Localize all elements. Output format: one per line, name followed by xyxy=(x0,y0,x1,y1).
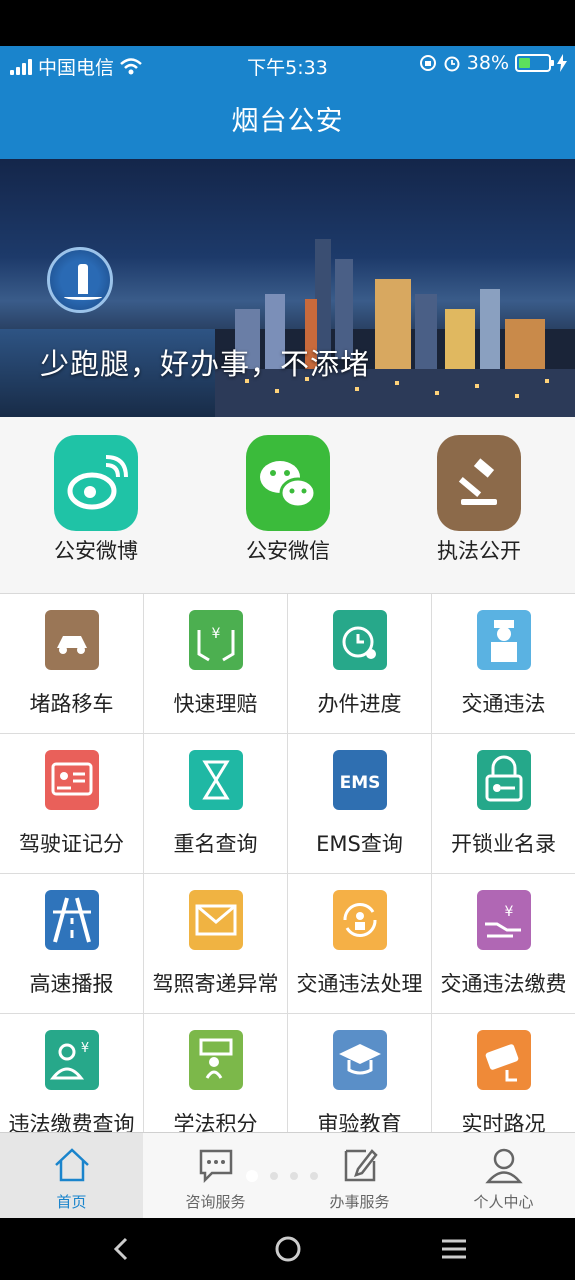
money-hands-icon: ¥ xyxy=(188,610,243,670)
quick-link-label: 执法公开 xyxy=(437,539,521,563)
user-icon xyxy=(484,1145,524,1185)
id-card-icon xyxy=(44,750,99,810)
service-item[interactable]: 办件进度 xyxy=(288,594,432,734)
carousel-page-indicator xyxy=(246,1170,318,1182)
svg-text:¥: ¥ xyxy=(504,904,513,920)
study-person-icon xyxy=(188,1030,243,1090)
service-item[interactable]: EMS EMS查询 xyxy=(288,734,432,874)
chat-icon xyxy=(196,1145,236,1185)
alarm-icon xyxy=(444,56,460,72)
service-label: 堵路移车 xyxy=(29,692,114,716)
page-dot xyxy=(310,1172,318,1180)
edit-icon xyxy=(340,1145,380,1185)
page-dot xyxy=(270,1172,278,1180)
back-icon[interactable] xyxy=(106,1233,138,1265)
banner-carousel[interactable]: 少跑腿，好办事，不添堵 xyxy=(0,159,575,417)
rotation-lock-icon xyxy=(419,55,436,71)
quick-link-label: 公安微博 xyxy=(54,539,138,563)
quick-link-label: 公安微信 xyxy=(246,539,330,563)
status-bar: 中国电信 下午5:33 38% xyxy=(0,46,575,84)
service-label: 交通违法缴费 xyxy=(440,972,567,996)
service-item[interactable]: 交通违法处理 xyxy=(288,874,432,1014)
battery-icon xyxy=(515,54,554,72)
progress-timer-icon xyxy=(332,610,387,670)
page-title: 烟台公安 xyxy=(0,84,575,159)
quick-link-wechat[interactable]: 公安微信 xyxy=(213,435,363,565)
tab-label: 个人中心 xyxy=(473,1193,534,1211)
battery-percent: 38% xyxy=(466,52,509,74)
service-label: 高速播报 xyxy=(29,972,114,996)
svg-text:¥: ¥ xyxy=(80,1041,88,1056)
quick-link-law-enforcement[interactable]: 执法公开 xyxy=(404,435,554,565)
service-item[interactable]: 交通违法 xyxy=(432,594,575,734)
gavel-icon xyxy=(437,435,521,531)
wechat-icon xyxy=(246,435,330,531)
service-label: 驾驶证记分 xyxy=(19,832,124,856)
service-label: 驾照寄递异常 xyxy=(152,972,279,996)
home-circle-icon[interactable] xyxy=(272,1233,304,1265)
service-label: 交通违法处理 xyxy=(296,972,423,996)
service-label: EMS查询 xyxy=(316,832,403,856)
banner-slogan: 少跑腿，好办事，不添堵 xyxy=(40,347,371,381)
page-dot xyxy=(246,1170,258,1182)
service-label: 重名查询 xyxy=(173,832,258,856)
tab-label: 咨询服务 xyxy=(185,1193,246,1211)
envelope-icon xyxy=(188,890,243,950)
menu-icon[interactable] xyxy=(438,1233,470,1265)
system-navigation-bar xyxy=(0,1218,575,1280)
service-label: 交通违法 xyxy=(461,692,546,716)
weibo-icon xyxy=(54,435,138,531)
svg-text:EMS: EMS xyxy=(339,773,380,793)
tab-home[interactable]: 首页 xyxy=(0,1133,143,1219)
service-item[interactable]: ¥ 快速理赔 xyxy=(144,594,288,734)
service-item[interactable]: 驾照寄递异常 xyxy=(144,874,288,1014)
city-skyline-illustration xyxy=(215,239,575,417)
service-grid: 堵路移车 ¥ 快速理赔 办件进度 交通违法驾驶证记分 重名查询 EMS EMS查询 开锁业名录高… xyxy=(0,593,575,1154)
quick-links: 公安微博 公安微信 执法公开 xyxy=(0,417,575,593)
service-item[interactable]: 高速播报 xyxy=(0,874,144,1014)
tab-profile[interactable]: 个人中心 xyxy=(432,1133,575,1219)
service-label: 办件进度 xyxy=(317,692,402,716)
camera-notch-area xyxy=(0,0,575,46)
home-icon xyxy=(52,1145,92,1185)
camera-icon xyxy=(476,1030,531,1090)
service-item[interactable]: 堵路移车 xyxy=(0,594,144,734)
payment-hand-icon: ¥ xyxy=(476,890,531,950)
car-icon xyxy=(44,610,99,670)
lock-key-icon xyxy=(476,750,531,810)
charging-icon xyxy=(557,54,567,72)
police-emblem-logo xyxy=(47,247,113,313)
service-label: 开锁业名录 xyxy=(451,832,556,856)
service-item[interactable]: 重名查询 xyxy=(144,734,288,874)
service-label: 快速理赔 xyxy=(173,692,258,716)
graduation-cap-icon xyxy=(332,1030,387,1090)
highway-icon xyxy=(44,890,99,950)
person-yuan-icon: ¥ xyxy=(44,1030,99,1090)
tab-label: 办事服务 xyxy=(329,1193,390,1211)
page-dot xyxy=(290,1172,298,1180)
ems-icon: EMS xyxy=(332,750,387,810)
service-item[interactable]: 驾驶证记分 xyxy=(0,734,144,874)
refresh-person-icon xyxy=(332,890,387,950)
svg-text:¥: ¥ xyxy=(211,626,220,642)
hourglass-icon xyxy=(188,750,243,810)
tab-label: 首页 xyxy=(56,1193,87,1211)
quick-link-weibo[interactable]: 公安微博 xyxy=(21,435,171,565)
service-item[interactable]: 开锁业名录 xyxy=(432,734,575,874)
police-officer-icon xyxy=(476,610,531,670)
service-item[interactable]: ¥ 交通违法缴费 xyxy=(432,874,575,1014)
